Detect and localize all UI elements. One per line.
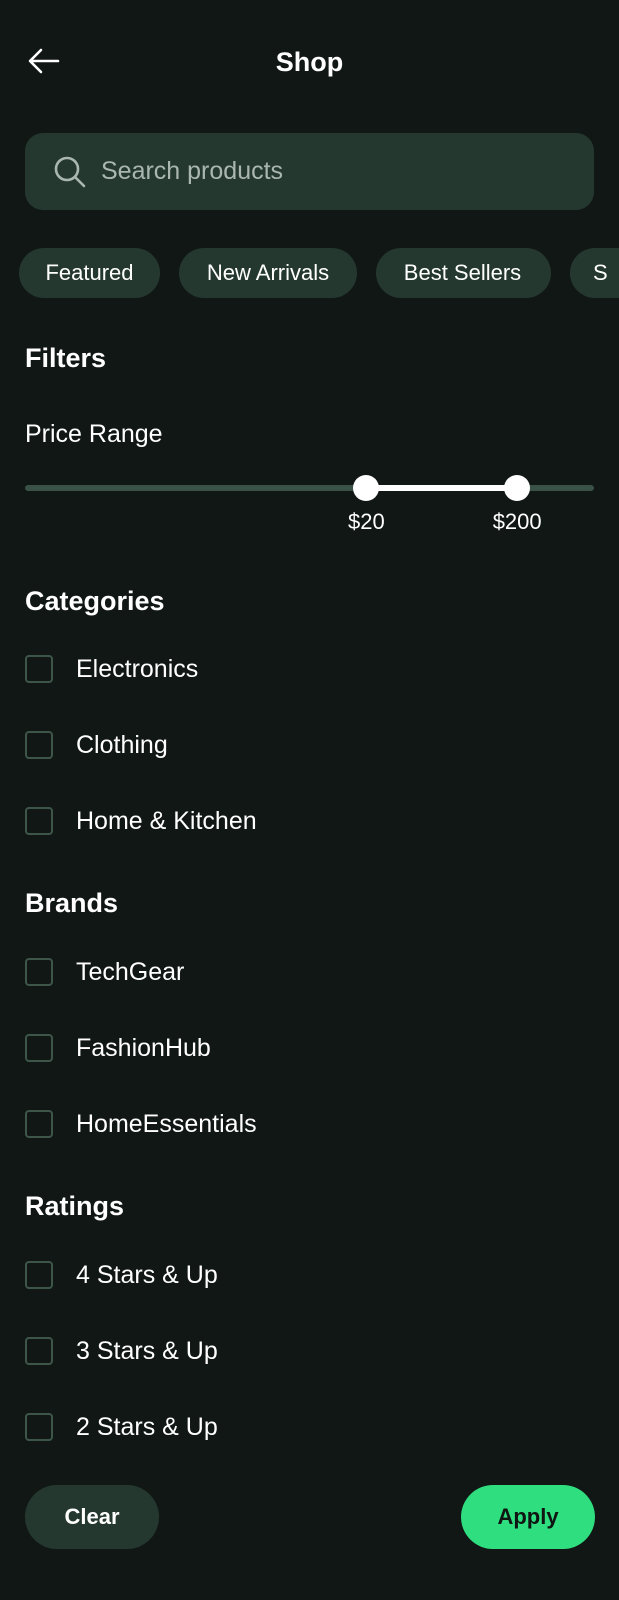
category-option-clothing[interactable]: Clothing — [25, 727, 585, 767]
rating-option-3-stars[interactable]: 3 Stars & Up — [25, 1333, 585, 1373]
categories-title: Categories — [25, 586, 165, 616]
chip-featured[interactable]: Featured — [19, 248, 160, 298]
brand-option-techgear[interactable]: TechGear — [25, 954, 585, 994]
apply-button[interactable]: Apply — [461, 1485, 595, 1549]
checkbox[interactable] — [25, 1110, 53, 1138]
option-label: 3 Stars & Up — [76, 1337, 218, 1365]
slider-max-thumb[interactable] — [504, 475, 531, 501]
option-label: HomeEssentials — [76, 1110, 257, 1138]
search-bar[interactable] — [25, 133, 594, 210]
slider-min-thumb[interactable] — [353, 475, 380, 501]
price-max-value: $200 — [492, 509, 542, 534]
option-label: Electronics — [76, 655, 199, 683]
checkbox[interactable] — [25, 1261, 53, 1289]
option-label: Clothing — [76, 731, 168, 759]
slider-selected-range — [366, 485, 518, 491]
checkbox[interactable] — [25, 655, 53, 683]
search-input[interactable] — [101, 133, 571, 210]
brands-title: Brands — [25, 888, 119, 918]
checkbox[interactable] — [25, 731, 53, 759]
option-label: Home & Kitchen — [76, 807, 257, 835]
option-label: 4 Stars & Up — [76, 1261, 218, 1289]
category-chips: Featured New Arrivals Best Sellers S — [0, 248, 619, 298]
price-range-label: Price Range — [25, 420, 163, 448]
checkbox[interactable] — [25, 1337, 53, 1365]
price-min-value: $20 — [348, 509, 385, 534]
brand-option-fashionhub[interactable]: FashionHub — [25, 1030, 585, 1070]
page-title: Shop — [275, 47, 344, 77]
checkbox[interactable] — [25, 958, 53, 986]
checkbox[interactable] — [25, 1034, 53, 1062]
filters-title: Filters — [25, 343, 107, 373]
option-label: 2 Stars & Up — [76, 1413, 218, 1441]
price-range-slider[interactable] — [25, 470, 594, 506]
ratings-title: Ratings — [25, 1191, 125, 1221]
category-option-home-kitchen[interactable]: Home & Kitchen — [25, 803, 585, 843]
rating-option-4-stars[interactable]: 4 Stars & Up — [25, 1257, 585, 1297]
category-option-electronics[interactable]: Electronics — [25, 651, 585, 691]
checkbox[interactable] — [25, 1413, 53, 1441]
option-label: FashionHub — [76, 1034, 211, 1062]
chip-new-arrivals[interactable]: New Arrivals — [179, 248, 357, 298]
brand-option-homeessentials[interactable]: HomeEssentials — [25, 1106, 585, 1146]
rating-option-2-stars[interactable]: 2 Stars & Up — [25, 1409, 585, 1449]
clear-button[interactable]: Clear — [25, 1485, 159, 1549]
header: Shop — [0, 0, 619, 125]
chip-overflow[interactable]: S — [570, 248, 619, 298]
option-label: TechGear — [76, 958, 185, 986]
chip-best-sellers[interactable]: Best Sellers — [376, 248, 551, 298]
search-icon — [52, 154, 88, 190]
checkbox[interactable] — [25, 807, 53, 835]
